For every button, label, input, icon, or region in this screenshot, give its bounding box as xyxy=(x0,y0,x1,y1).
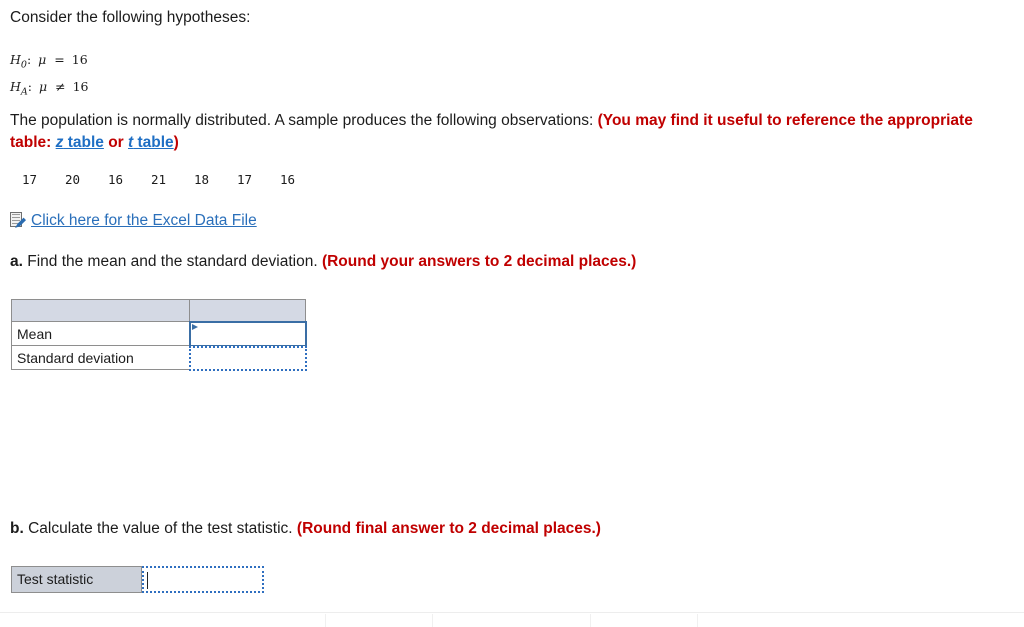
part-a-round-note: (Round your answers to 2 decimal places.… xyxy=(321,253,637,270)
hypothesis-null-value: 16 xyxy=(71,52,88,67)
cell-caret-icon xyxy=(192,324,198,330)
observation-value: 20 xyxy=(65,172,81,187)
part-b-label: b. xyxy=(10,520,24,537)
part-b-round-note: (Round final answer to 2 decimal places.… xyxy=(296,520,601,537)
hypothesis-alternative-operator: ≠ xyxy=(55,78,66,94)
observation-value: 17 xyxy=(22,172,38,187)
table-row: Standard deviation xyxy=(11,345,307,371)
z-table-link[interactable]: z table xyxy=(56,134,104,151)
hypothesis-null: H0: μ = 16 xyxy=(10,49,89,76)
observation-value: 18 xyxy=(194,172,210,187)
hypothesis-null-symbol: H0 xyxy=(10,52,27,71)
table-header-label-cell xyxy=(11,299,190,322)
problem-statement: The population is normally distributed. … xyxy=(10,110,1014,154)
z-table-link-word: table xyxy=(63,134,104,151)
footer-column-divider xyxy=(697,614,698,627)
t-table-link[interactable]: t table xyxy=(128,134,174,151)
observation-value: 21 xyxy=(151,172,167,187)
hypotheses-block: H0: μ = 16 HA: μ ≠ 16 xyxy=(10,49,89,102)
observation-value: 16 xyxy=(108,172,124,187)
standard-deviation-value-cell[interactable] xyxy=(189,345,307,371)
reference-note-close: ) xyxy=(173,134,179,151)
hypothesis-alternative-parameter: μ xyxy=(39,78,48,94)
table-header-value-cell xyxy=(189,299,306,322)
test-statistic-label: Test statistic xyxy=(11,566,142,593)
hypothesis-null-operator: = xyxy=(54,52,65,67)
footer-column-divider xyxy=(325,614,326,627)
part-b-prompt: b. Calculate the value of the test stati… xyxy=(10,519,601,539)
observation-values: 17 20 16 21 18 17 16 xyxy=(22,172,323,187)
footer-column-divider xyxy=(590,614,591,627)
footer-divider xyxy=(0,612,1024,613)
test-statistic-input[interactable] xyxy=(142,566,264,593)
standard-deviation-input[interactable] xyxy=(189,346,307,371)
part-a-question: Find the mean and the standard deviation… xyxy=(22,253,322,270)
table-header-row xyxy=(11,299,306,322)
mean-label-cell: Mean xyxy=(11,321,190,346)
mean-input[interactable] xyxy=(189,321,307,347)
problem-statement-lead: The population is normally distributed. … xyxy=(10,112,598,129)
hypothesis-alternative: HA: μ ≠ 16 xyxy=(10,76,89,103)
observation-value: 16 xyxy=(280,172,296,187)
text-caret-icon xyxy=(147,572,148,589)
excel-data-file-link[interactable]: Click here for the Excel Data File xyxy=(31,211,257,230)
excel-file-icon xyxy=(9,211,26,229)
reference-note-or: or xyxy=(103,134,129,151)
part-a-label: a. xyxy=(10,253,23,270)
hypothesis-alternative-value: 16 xyxy=(72,78,89,94)
question-page: Consider the following hypotheses: H0: μ =… xyxy=(0,0,1024,627)
mean-value-cell[interactable] xyxy=(189,321,307,347)
excel-data-file-row[interactable]: Click here for the Excel Data File xyxy=(9,209,257,231)
part-a-answer-table: Mean Standard deviation xyxy=(11,299,307,371)
hypothesis-alternative-symbol: HA xyxy=(10,78,28,98)
part-a-prompt: a. Find the mean and the standard deviat… xyxy=(10,252,636,272)
part-b-question: Calculate the value of the test statisti… xyxy=(23,520,297,537)
hypothesis-null-parameter: μ xyxy=(38,52,47,67)
table-row: Mean xyxy=(11,321,307,347)
t-table-link-word: table xyxy=(133,134,174,151)
footer-column-divider xyxy=(432,614,433,627)
intro-text: Consider the following hypotheses: xyxy=(10,9,251,26)
hypothesis-alternative-subscript: A xyxy=(20,86,28,97)
observation-value: 17 xyxy=(237,172,253,187)
standard-deviation-label-cell: Standard deviation xyxy=(11,345,190,370)
